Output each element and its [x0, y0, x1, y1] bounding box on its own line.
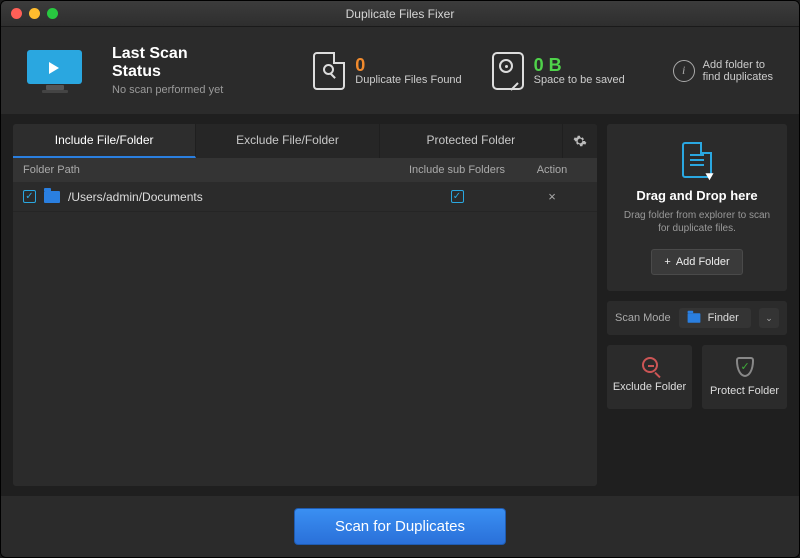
exclude-label: Exclude Folder: [611, 381, 688, 393]
scan-mode-value: Finder: [708, 312, 739, 324]
monitor-icon: [27, 50, 82, 92]
drop-zone[interactable]: Drag and Drop here Drag folder from expl…: [607, 124, 787, 291]
document-drop-icon: [682, 142, 712, 178]
chevron-down-icon: ⌄: [765, 313, 773, 324]
footer: Scan for Duplicates: [1, 496, 799, 557]
window-title: Duplicate Files Fixer: [1, 7, 799, 21]
scan-mode-dropdown[interactable]: ⌄: [759, 308, 779, 328]
scan-button[interactable]: Scan for Duplicates: [294, 508, 506, 545]
drop-desc: Drag folder from explorer to scan for du…: [617, 209, 777, 235]
folder-icon: [44, 191, 60, 203]
col-path: Folder Path: [23, 164, 397, 176]
protect-label: Protect Folder: [706, 385, 783, 397]
tabs: Include File/Folder Exclude File/Folder …: [13, 124, 597, 158]
body: Include File/Folder Exclude File/Folder …: [1, 114, 799, 496]
scan-mode-label: Scan Mode: [615, 312, 671, 324]
row-path: /Users/admin/Documents: [68, 190, 203, 204]
folder-icon: [687, 313, 700, 323]
disk-icon: [492, 52, 524, 90]
exclude-icon: [642, 357, 658, 373]
table-row: /Users/admin/Documents ×: [13, 182, 597, 212]
col-sub: Include sub Folders: [397, 164, 517, 176]
scan-mode-select[interactable]: Finder: [679, 308, 751, 328]
tab-protected[interactable]: Protected Folder: [380, 124, 563, 158]
right-panel: Drag and Drop here Drag folder from expl…: [607, 124, 787, 486]
files-found-stat: 0 Duplicate Files Found: [313, 52, 461, 90]
status-sub: No scan performed yet: [112, 84, 223, 96]
space-saved-stat: 0 B Space to be saved: [492, 52, 625, 90]
app-window: Duplicate Files Fixer Last Scan Status N…: [0, 0, 800, 558]
add-folder-label: Add Folder: [676, 256, 730, 268]
plus-icon: +: [664, 256, 670, 268]
scan-status: Last Scan Status No scan performed yet: [112, 45, 223, 96]
protect-icon: [736, 357, 754, 377]
folder-panel: Include File/Folder Exclude File/Folder …: [13, 124, 597, 486]
space-saved-label: Space to be saved: [534, 74, 625, 86]
scan-mode-row: Scan Mode Finder ⌄: [607, 301, 787, 335]
add-folder-button[interactable]: + Add Folder: [651, 249, 742, 275]
tab-include[interactable]: Include File/Folder: [13, 124, 196, 158]
info-line1: Add folder to: [703, 59, 773, 71]
row-checkbox[interactable]: [23, 190, 36, 203]
tab-exclude[interactable]: Exclude File/Folder: [196, 124, 379, 158]
files-found-count: 0: [355, 56, 461, 74]
include-sub-checkbox[interactable]: [451, 190, 464, 203]
info-line2: find duplicates: [703, 71, 773, 83]
gear-icon: [573, 134, 587, 148]
titlebar: Duplicate Files Fixer: [1, 1, 799, 27]
column-headers: Folder Path Include sub Folders Action: [13, 158, 597, 182]
protect-folder-button[interactable]: Protect Folder: [702, 345, 787, 409]
exclude-folder-button[interactable]: Exclude Folder: [607, 345, 692, 409]
action-buttons: Exclude Folder Protect Folder: [607, 345, 787, 409]
files-found-label: Duplicate Files Found: [355, 74, 461, 86]
file-search-icon: [313, 52, 345, 90]
info-icon: i: [673, 60, 695, 82]
add-folder-info[interactable]: i Add folder to find duplicates: [673, 59, 773, 83]
status-line1: Last Scan: [112, 45, 223, 63]
space-saved-amount: 0 B: [534, 56, 625, 74]
drop-heading: Drag and Drop here: [617, 188, 777, 203]
status-line2: Status: [112, 63, 223, 81]
header: Last Scan Status No scan performed yet 0…: [1, 27, 799, 114]
settings-button[interactable]: [563, 124, 597, 158]
col-action: Action: [517, 164, 587, 176]
remove-row-button[interactable]: ×: [517, 189, 587, 204]
